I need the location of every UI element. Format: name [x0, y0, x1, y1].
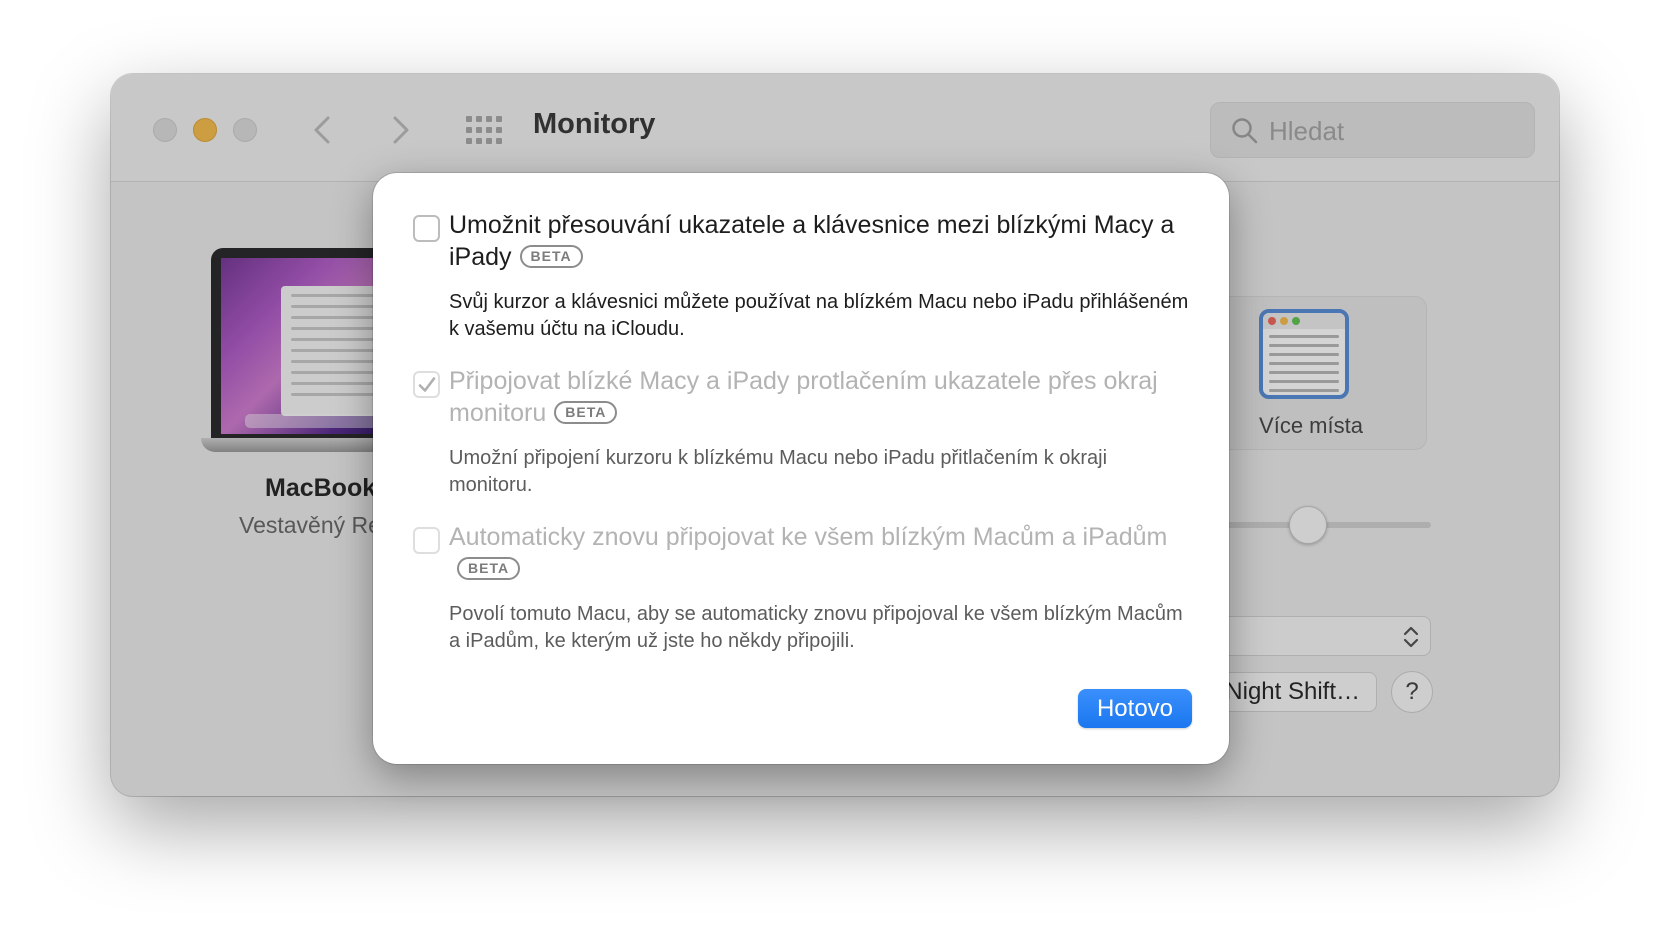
beta-badge: BETA: [457, 557, 521, 580]
universal-control-sheet: Umožnit přesouvání ukazatele a klávesnic…: [373, 173, 1229, 764]
option-description: Svůj kurzor a klávesnici můžete používat…: [449, 291, 1189, 340]
option-description: Umožní připojení kurzoru k blízkému Macu…: [449, 447, 1108, 496]
allow-cursor-checkbox[interactable]: [413, 215, 440, 242]
push-through-edge-checkbox[interactable]: [413, 371, 440, 398]
done-button[interactable]: Hotovo: [1078, 689, 1192, 728]
option-title-text: Automaticky znovu připojovat ke všem blí…: [449, 523, 1168, 551]
checkmark-icon: [418, 377, 436, 392]
beta-badge: BETA: [519, 245, 583, 268]
option-title: Umožnit přesouvání ukazatele a klávesnic…: [449, 209, 1189, 273]
option-title: Automaticky znovu připojovat ke všem blí…: [449, 521, 1189, 585]
beta-badge: BETA: [554, 401, 618, 424]
auto-reconnect-checkbox[interactable]: [413, 527, 440, 554]
option-description: Povolí tomuto Macu, aby se automaticky z…: [449, 603, 1183, 652]
option-title: Připojovat blízké Macy a iPady protlačen…: [449, 365, 1189, 429]
